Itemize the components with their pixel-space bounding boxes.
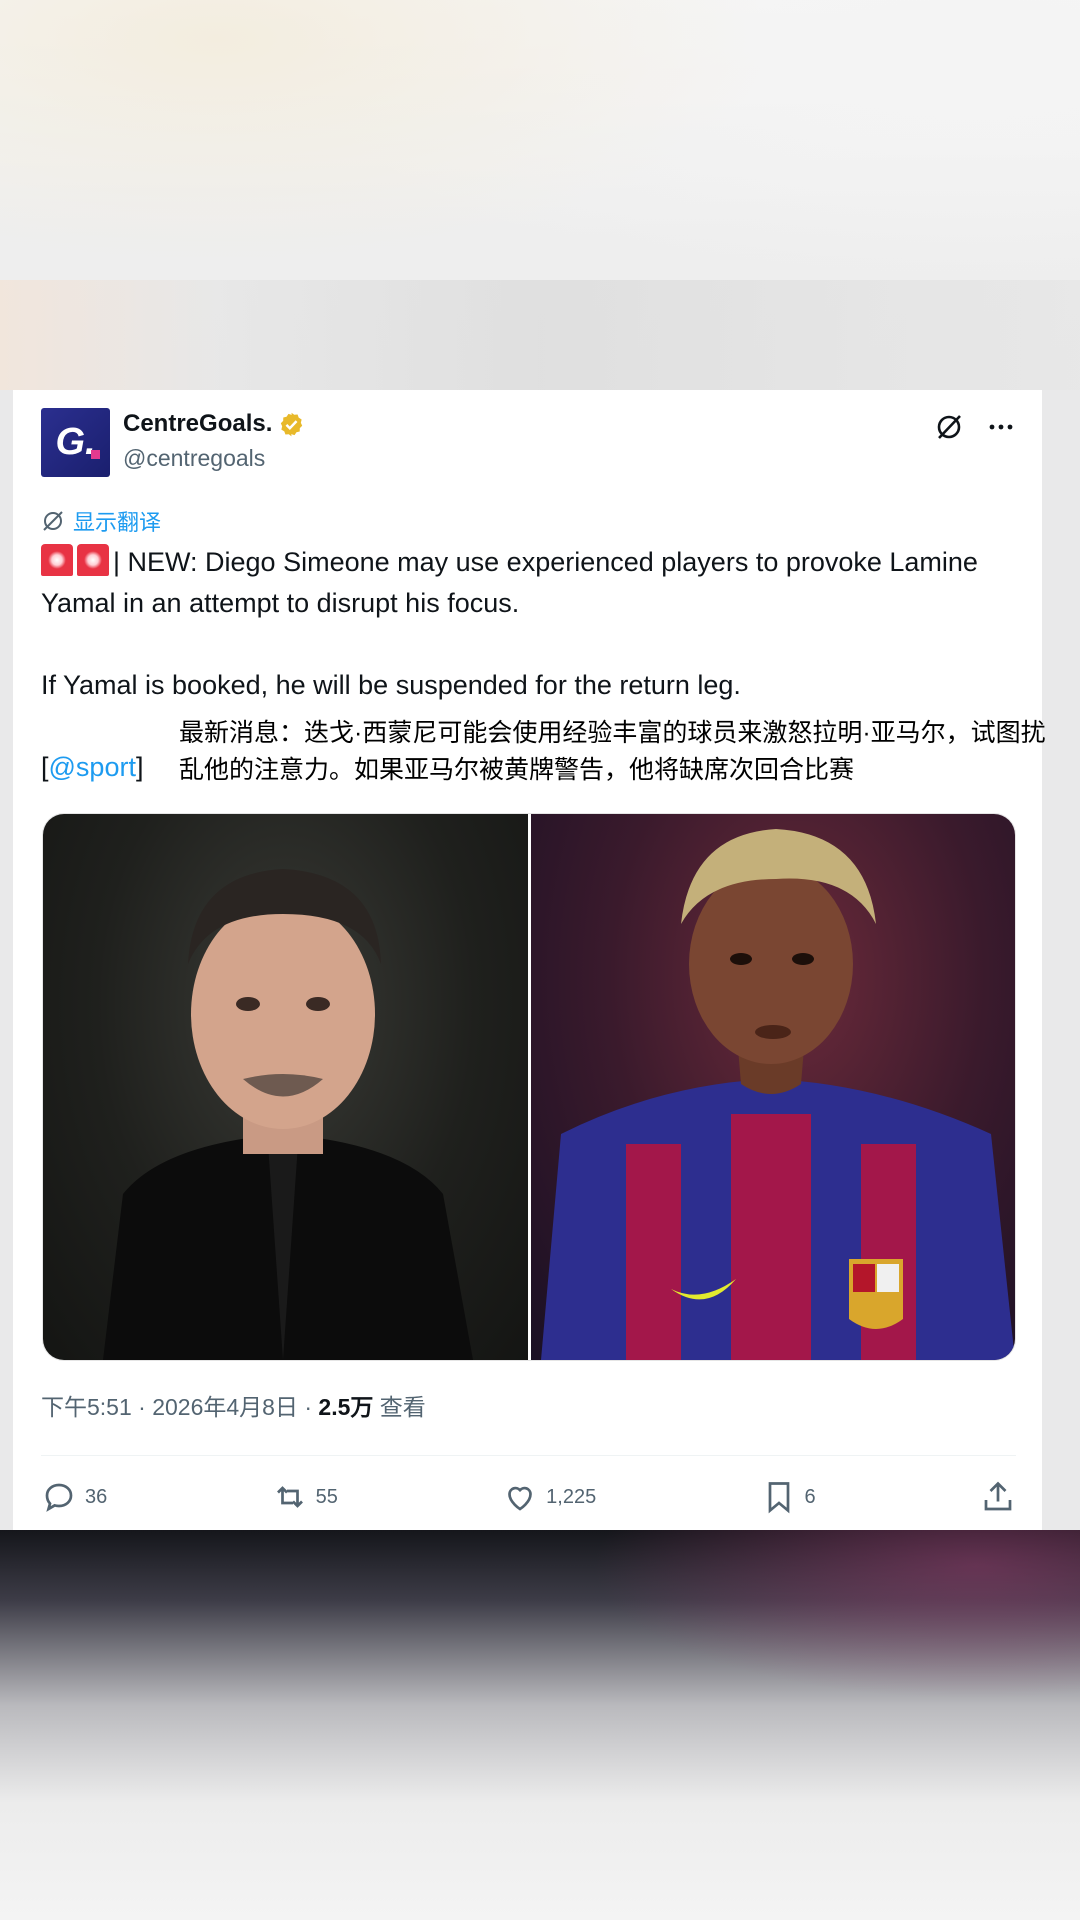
reply-count: 36	[85, 1485, 108, 1508]
show-translation-label[interactable]: 显示翻译	[73, 505, 161, 537]
blurred-background-bottom	[0, 1530, 1080, 1920]
action-bar: 36 55 1,225 6	[41, 1477, 1016, 1517]
mention-bracket-close: ]	[135, 752, 144, 782]
siren-icon	[77, 544, 109, 576]
media-grid[interactable]	[42, 813, 1016, 1361]
siren-icon	[41, 544, 73, 576]
reply-icon	[45, 1483, 73, 1512]
heart-icon	[508, 1486, 533, 1511]
tweet-card[interactable]: G. CentreGoals. @centregoals 显示翻译 | NEW:…	[13, 390, 1046, 1530]
mention-line: [@sport]	[41, 749, 143, 786]
translate-icon	[43, 511, 63, 531]
bookmark-icon	[768, 1482, 789, 1514]
mention-bracket-open: [	[41, 752, 49, 782]
views-count: 2.5万	[318, 1394, 374, 1420]
author-handle[interactable]: @centregoals	[123, 445, 265, 472]
grok-icon[interactable]	[934, 412, 964, 442]
author-display-name[interactable]: CentreGoals.	[123, 410, 272, 438]
more-options-icon[interactable]	[986, 412, 1016, 442]
repost-count: 55	[315, 1485, 338, 1508]
tweet-timestamp[interactable]: 下午5:51 · 2026年4月8日 ·	[41, 1394, 318, 1420]
verified-badge-icon	[281, 412, 303, 436]
show-translation-button[interactable]: 显示翻译	[41, 505, 161, 537]
views-label: 查看	[373, 1394, 426, 1420]
share-icon	[984, 1481, 1012, 1511]
reply-button[interactable]: 36	[41, 1479, 107, 1515]
bookmark-count: 6	[804, 1485, 816, 1508]
avatar-letter: G.	[55, 421, 96, 463]
tweet-text-line2: If Yamal is booked, he will be suspended…	[41, 670, 741, 700]
blurred-background-top	[0, 0, 1080, 390]
photo-simeone[interactable]	[43, 814, 528, 1360]
repost-icon	[276, 1486, 303, 1508]
tweet-meta: 下午5:51 · 2026年4月8日 · 2.5万 查看	[41, 1388, 426, 1422]
author-name-row[interactable]: CentreGoals.	[123, 410, 305, 438]
avatar[interactable]: G.	[41, 408, 110, 477]
top-actions	[934, 412, 1016, 442]
bookmark-button[interactable]: 6	[761, 1479, 816, 1515]
tweet-text-line1: | NEW: Diego Simeone may use experienced…	[41, 547, 978, 618]
mention-link[interactable]: @sport	[49, 752, 136, 782]
translation-overlay-text: 最新消息：迭戈·西蒙尼可能会使用经验丰富的球员来激怒拉明·亚马尔，试图扰乱他的注…	[179, 719, 1046, 784]
repost-button[interactable]: 55	[272, 1479, 338, 1515]
like-count: 1,225	[546, 1485, 597, 1508]
like-button[interactable]: 1,225	[502, 1479, 596, 1515]
share-button[interactable]	[980, 1479, 1016, 1515]
tweet-text: | NEW: Diego Simeone may use experienced…	[41, 542, 1026, 706]
photo-yamal[interactable]	[530, 814, 1015, 1360]
divider	[41, 1455, 1016, 1456]
